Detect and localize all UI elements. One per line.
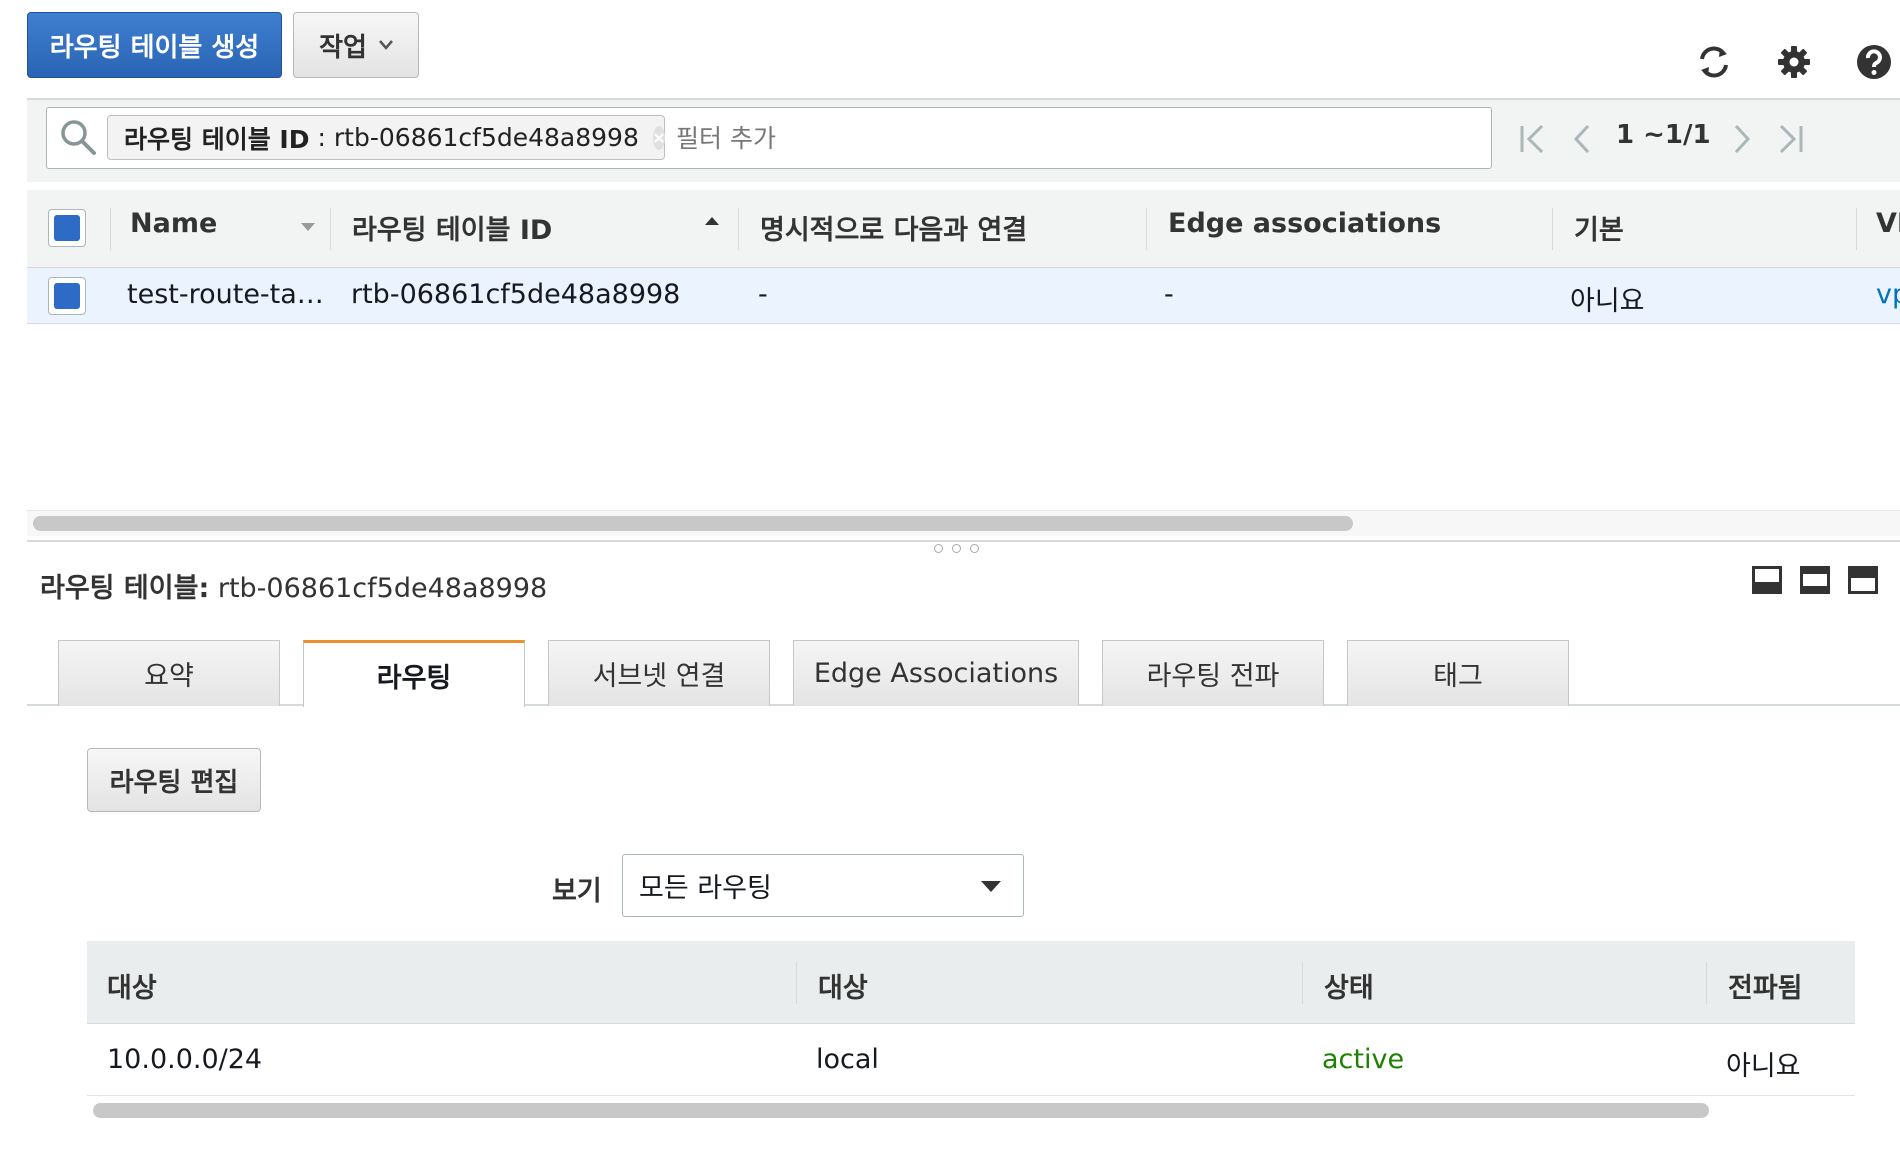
column-header-explicit[interactable]: 명시적으로 다음과 연결	[760, 208, 1027, 247]
close-icon[interactable]	[652, 125, 665, 150]
column-separator	[110, 208, 111, 250]
column-header-vpc[interactable]: VP	[1876, 208, 1900, 239]
routes-column-status[interactable]: 상태	[1324, 966, 1374, 1005]
sort-up-icon[interactable]	[704, 216, 720, 226]
column-separator	[330, 208, 331, 250]
actions-dropdown-button[interactable]: 작업	[293, 12, 419, 78]
row-checkbox[interactable]	[48, 277, 86, 315]
filter-token-key: 라우팅 테이블 ID	[124, 124, 310, 154]
pane-divider	[27, 540, 1900, 542]
column-header-route-table-id[interactable]: 라우팅 테이블 ID	[352, 208, 552, 247]
next-page-icon[interactable]	[1730, 122, 1754, 156]
row-main: 아니요	[1570, 286, 1645, 317]
tab-summary[interactable]: 요약	[58, 640, 280, 706]
help-icon[interactable]	[1852, 40, 1896, 84]
details-title: 라우팅 테이블: rtb-06861cf5de48a8998	[40, 566, 547, 605]
details-title-value: rtb-06861cf5de48a8998	[217, 573, 548, 604]
edit-routes-button[interactable]: 라우팅 편집	[87, 748, 261, 812]
view-select[interactable]: 모든 라우팅	[622, 854, 1024, 917]
caret-down-icon	[981, 881, 1001, 892]
refresh-icon[interactable]	[1692, 40, 1736, 84]
resize-handle[interactable]	[934, 544, 979, 553]
filter-token-separator: :	[317, 123, 326, 152]
route-status: active	[1322, 1044, 1405, 1075]
details-title-label: 라우팅 테이블:	[40, 573, 210, 604]
last-page-icon[interactable]	[1775, 122, 1805, 156]
select-all-checkbox[interactable]	[48, 209, 86, 247]
grid-scrollbar-thumb[interactable]	[33, 516, 1353, 531]
chevron-down-icon	[378, 40, 393, 50]
row-edge: -	[1164, 279, 1174, 310]
column-separator	[1552, 208, 1553, 250]
routes-table-header	[87, 941, 1855, 1024]
row-vpc-link[interactable]: vp	[1876, 279, 1900, 310]
layout-bottom-icon[interactable]	[1752, 566, 1782, 594]
tab-tags[interactable]: 태그	[1347, 640, 1569, 706]
column-separator	[1302, 962, 1303, 1004]
column-header-main[interactable]: 기본	[1574, 208, 1624, 247]
routes-scrollbar-thumb[interactable]	[93, 1103, 1709, 1118]
column-separator	[1856, 208, 1857, 250]
layout-top-icon[interactable]	[1848, 566, 1878, 594]
actions-label: 작업	[319, 32, 367, 63]
routes-column-propagated[interactable]: 전파됨	[1728, 966, 1803, 1005]
tab-edge-associations[interactable]: Edge Associations	[793, 640, 1079, 706]
row-route-table-id: rtb-06861cf5de48a8998	[351, 279, 681, 310]
previous-page-icon[interactable]	[1570, 122, 1594, 156]
tab-subnet-associations[interactable]: 서브넷 연결	[548, 640, 770, 706]
first-page-icon[interactable]	[1518, 122, 1548, 156]
filter-placeholder[interactable]: 필터 추가	[676, 119, 776, 155]
table-row	[87, 1024, 1855, 1096]
column-header-name[interactable]: Name	[130, 208, 217, 239]
tab-routes[interactable]: 라우팅	[303, 640, 525, 707]
tab-route-propagation[interactable]: 라우팅 전파	[1102, 640, 1324, 706]
create-route-table-button[interactable]: 라우팅 테이블 생성	[27, 12, 282, 78]
column-header-edge[interactable]: Edge associations	[1168, 208, 1441, 239]
column-separator	[796, 962, 797, 1004]
route-destination: 10.0.0.0/24	[107, 1044, 263, 1075]
column-separator	[738, 208, 739, 250]
view-select-value: 모든 라우팅	[639, 873, 772, 904]
pagination-text: 1 ~1/1	[1616, 120, 1711, 150]
row-name: test-route-ta…	[127, 279, 324, 310]
gear-icon[interactable]	[1772, 40, 1816, 84]
view-label: 보기	[552, 876, 602, 907]
layout-middle-icon[interactable]	[1800, 566, 1830, 594]
column-separator	[1146, 208, 1147, 250]
routes-column-destination[interactable]: 대상	[107, 966, 157, 1005]
filter-token-value: rtb-06861cf5de48a8998	[333, 123, 639, 152]
filter-token[interactable]: 라우팅 테이블 ID : rtb-06861cf5de48a8998	[107, 115, 665, 160]
row-explicit: -	[758, 279, 768, 310]
routes-column-target[interactable]: 대상	[818, 966, 868, 1005]
search-icon	[61, 120, 96, 155]
route-target: local	[816, 1044, 879, 1075]
sort-down-icon[interactable]	[300, 222, 316, 232]
column-separator	[1706, 962, 1707, 1004]
route-propagated: 아니요	[1726, 1051, 1801, 1082]
